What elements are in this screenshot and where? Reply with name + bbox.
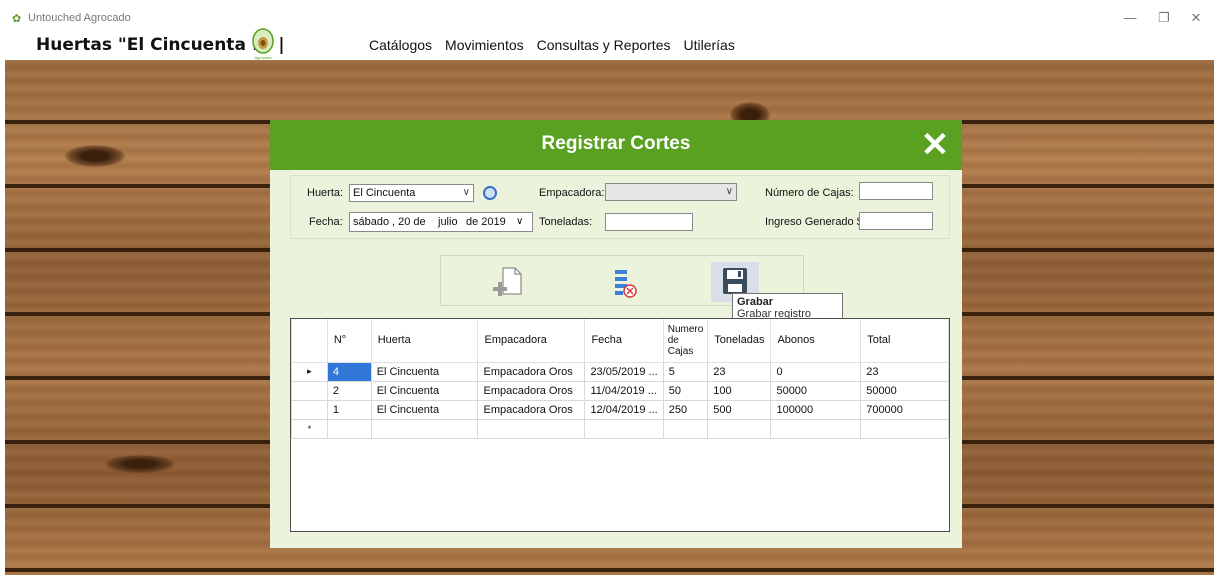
cell-total[interactable]: 700000: [860, 399, 949, 420]
huerta-label: Huerta:: [307, 187, 344, 199]
cajas-input[interactable]: [859, 182, 933, 200]
new-document-icon: [493, 267, 522, 296]
dialog-header: Registrar Cortes ✕: [270, 120, 962, 170]
col-n[interactable]: N°: [326, 319, 372, 363]
chevron-down-icon[interactable]: ∨: [516, 213, 523, 231]
new-row[interactable]: *: [291, 418, 949, 439]
cell-toneladas[interactable]: 500: [707, 399, 772, 420]
fecha-datepicker[interactable]: sábado , 20 de julio de 2019 ∨: [349, 212, 533, 232]
table-row[interactable]: ▸ 4 El Cincuenta Empacadora Oros 23/05/2…: [291, 361, 949, 382]
fecha-day[interactable]: , 20 de: [392, 213, 426, 231]
empacadora-select[interactable]: ∨: [605, 183, 737, 201]
dialog-close-button[interactable]: ✕: [918, 128, 952, 162]
avocado-logo-icon: Agrocado: [252, 28, 274, 60]
menu-movimientos[interactable]: Movimientos: [445, 37, 524, 53]
col-huerta[interactable]: Huerta: [370, 319, 479, 363]
cell-empacadora[interactable]: Empacadora Oros: [477, 399, 586, 420]
row-header-corner[interactable]: [291, 319, 328, 363]
cell-n[interactable]: 4: [326, 361, 372, 382]
dialog-title: Registrar Cortes: [541, 133, 691, 154]
huerta-select[interactable]: El Cincuenta ∨: [349, 184, 474, 202]
table-row[interactable]: 2 El Cincuenta Empacadora Oros 11/04/201…: [291, 380, 949, 401]
chevron-down-icon: ∨: [462, 187, 470, 198]
cell-toneladas[interactable]: 100: [707, 380, 772, 401]
registrar-cortes-dialog: Registrar Cortes ✕ Huerta: El Cincuenta …: [270, 120, 962, 548]
table-row[interactable]: 1 El Cincuenta Empacadora Oros 12/04/201…: [291, 399, 949, 420]
cortes-table: N° Huerta Empacadora Fecha Numero de Caj…: [291, 319, 949, 439]
cortes-grid[interactable]: N° Huerta Empacadora Fecha Numero de Caj…: [290, 318, 950, 532]
ingreso-label: Ingreso Generado $: [765, 216, 863, 228]
huerta-select-value: El Cincuenta: [353, 187, 416, 199]
tooltip-title: Grabar: [737, 296, 774, 308]
col-total[interactable]: Total: [860, 319, 949, 363]
huerta-info-icon[interactable]: [483, 186, 497, 200]
cell-fecha[interactable]: 12/04/2019 ...: [584, 399, 664, 420]
cell-cajas[interactable]: 250: [662, 399, 709, 420]
cajas-label: Número de Cajas:: [765, 187, 854, 199]
minimize-icon[interactable]: —: [1116, 8, 1144, 28]
maximize-icon[interactable]: ❐: [1150, 8, 1178, 28]
cell-total[interactable]: 23: [860, 361, 949, 382]
fecha-label: Fecha:: [309, 216, 343, 228]
col-toneladas[interactable]: Toneladas: [707, 319, 772, 363]
cell-toneladas[interactable]: 23: [707, 361, 772, 382]
cell-empacadora[interactable]: [477, 418, 586, 439]
ingreso-input[interactable]: [859, 212, 933, 230]
cell-huerta[interactable]: El Cincuenta: [370, 361, 479, 382]
cell-huerta[interactable]: El Cincuenta: [370, 399, 479, 420]
app-header: Huertas "El Cincuenta 1" | Agrocado Catá…: [0, 28, 1214, 60]
cell-fecha[interactable]: 23/05/2019 ...: [584, 361, 664, 382]
cell-cajas[interactable]: 5: [662, 361, 709, 382]
cortes-form: Huerta: El Cincuenta ∨ Empacadora: ∨ Núm…: [290, 175, 950, 239]
list-cancel-icon: [615, 270, 637, 298]
empacadora-label: Empacadora:: [539, 187, 605, 199]
current-row-marker[interactable]: ▸: [291, 361, 328, 382]
cell-abonos[interactable]: 0: [770, 361, 862, 382]
row-header[interactable]: [291, 399, 328, 420]
wood-knot: [105, 455, 175, 473]
wood-knot: [65, 145, 125, 167]
col-fecha[interactable]: Fecha: [584, 319, 664, 363]
close-icon[interactable]: ✕: [1182, 8, 1210, 28]
cell-n[interactable]: 2: [326, 380, 372, 401]
cell-cajas[interactable]: 50: [662, 380, 709, 401]
cell-abonos[interactable]: 100000: [770, 399, 862, 420]
cell-huerta[interactable]: [370, 418, 479, 439]
cell-abonos[interactable]: 50000: [770, 380, 862, 401]
main-menu: Catálogos Movimientos Consultas y Report…: [369, 37, 748, 53]
cell-total[interactable]: 50000: [860, 380, 949, 401]
cancel-button[interactable]: [599, 262, 647, 302]
row-header[interactable]: [291, 380, 328, 401]
cell-fecha[interactable]: [584, 418, 664, 439]
cell-abonos[interactable]: [770, 418, 862, 439]
toneladas-input[interactable]: [605, 213, 693, 231]
cell-fecha[interactable]: 11/04/2019 ...: [584, 380, 664, 401]
cell-total[interactable]: [860, 418, 949, 439]
cell-empacadora[interactable]: Empacadora Oros: [477, 380, 586, 401]
cell-toneladas[interactable]: [707, 418, 772, 439]
col-cajas[interactable]: Numero de Cajas: [662, 319, 709, 363]
fecha-year[interactable]: de 2019: [466, 213, 506, 231]
cell-n[interactable]: [326, 418, 372, 439]
app-icon: ✿: [12, 13, 22, 25]
menu-utilerias[interactable]: Utilerías: [683, 37, 734, 53]
cell-n[interactable]: 1: [326, 399, 372, 420]
new-record-button[interactable]: [485, 262, 533, 302]
col-abonos[interactable]: Abonos: [770, 319, 862, 363]
fecha-month[interactable]: julio: [438, 213, 458, 231]
col-empacadora[interactable]: Empacadora: [477, 319, 586, 363]
menu-catalogos[interactable]: Catálogos: [369, 37, 432, 53]
new-row-marker[interactable]: *: [291, 418, 328, 439]
menu-consultas-reportes[interactable]: Consultas y Reportes: [537, 37, 671, 53]
table-header-row: N° Huerta Empacadora Fecha Numero de Caj…: [291, 319, 949, 363]
cell-empacadora[interactable]: Empacadora Oros: [477, 361, 586, 382]
fecha-weekday[interactable]: sábado: [353, 213, 389, 231]
toneladas-label: Toneladas:: [539, 216, 593, 228]
window-titlebar: ✿ Untouched Agrocado — ❐ ✕: [0, 0, 1214, 32]
chevron-down-icon: ∨: [725, 186, 733, 197]
cell-cajas[interactable]: [662, 418, 709, 439]
window-title: Untouched Agrocado: [28, 12, 131, 24]
cell-huerta[interactable]: El Cincuenta: [370, 380, 479, 401]
